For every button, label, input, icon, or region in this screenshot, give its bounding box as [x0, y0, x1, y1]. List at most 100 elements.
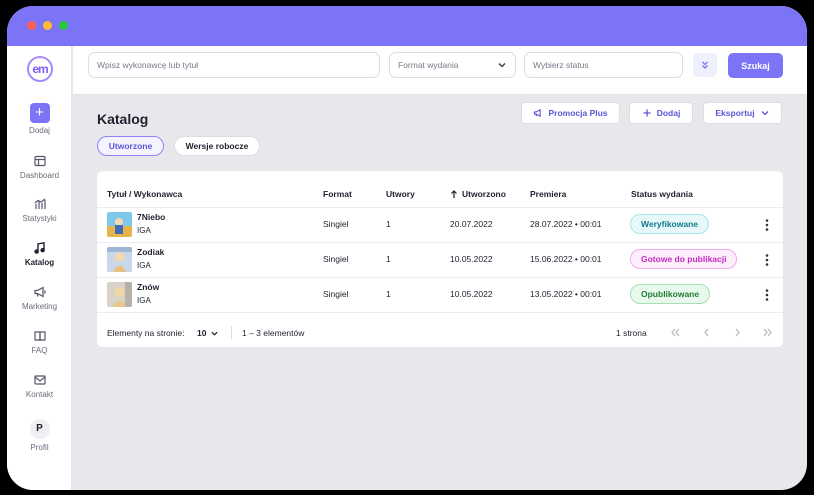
double-chevron-down-icon — [702, 61, 708, 69]
format-cell: Singiel — [323, 219, 349, 229]
tracks-cell: 1 — [386, 289, 391, 299]
megaphone-icon — [33, 286, 46, 298]
book-icon — [33, 331, 46, 342]
sidebar-item-katalog[interactable]: Katalog — [7, 241, 72, 267]
album-cover-image — [107, 247, 132, 272]
release-title[interactable]: Znów — [137, 282, 159, 292]
album-cover-image — [107, 212, 132, 237]
chevron-down-icon — [211, 331, 219, 336]
more-options-icon[interactable] — [762, 218, 772, 232]
add-button[interactable]: Dodaj — [629, 102, 693, 124]
status-select-placeholder: Wybierz status — [533, 60, 589, 70]
sidebar-item-label: Profil — [30, 443, 49, 452]
release-title[interactable]: Zodiak — [137, 247, 164, 257]
release-cell: 15.06.2022 • 00:01 — [530, 254, 602, 264]
title-cell: Zodiak IGA — [137, 247, 164, 270]
more-options-icon[interactable] — [762, 288, 772, 302]
logo-text: em — [32, 62, 48, 76]
sidebar-item-dodaj[interactable]: + Dodaj — [7, 103, 72, 135]
next-page-icon[interactable] — [732, 327, 743, 338]
column-header-format[interactable]: Format — [323, 189, 352, 199]
export-label: Eksportuj — [715, 108, 755, 118]
close-window-button[interactable] — [27, 21, 36, 30]
app-window: em + Dodaj Dashboard Statystyki Katalog … — [7, 6, 807, 490]
column-header-created[interactable]: Utworzono — [450, 189, 506, 199]
mail-icon — [33, 375, 46, 385]
sidebar-item-kontakt[interactable]: Kontakt — [7, 373, 72, 399]
sidebar-item-label: Kontakt — [25, 390, 54, 399]
catalog-table: Tytuł / Wykonawca Format Utwory Utworzon… — [97, 171, 783, 347]
release-cell: 13.05.2022 • 00:01 — [530, 289, 602, 299]
release-artist: IGA — [137, 226, 151, 235]
search-bar: Wpisz wykonawcę lub tytuł Format wydania… — [73, 46, 807, 95]
per-page-select[interactable]: 10 — [197, 328, 219, 338]
status-badge: Weryfikowane — [630, 214, 710, 234]
promo-plus-label: Promocja Plus — [548, 108, 608, 118]
maximize-window-button[interactable] — [59, 21, 68, 30]
stats-icon — [34, 198, 46, 209]
app-logo[interactable]: em — [27, 56, 53, 82]
search-input-placeholder: Wpisz wykonawcę lub tytuł — [97, 60, 199, 70]
status-select[interactable]: Wybierz status — [524, 52, 683, 78]
export-button[interactable]: Eksportuj — [703, 102, 782, 124]
tab-wersje-robocze[interactable]: Wersje robocze — [174, 136, 260, 156]
status-badge: Gotowe do publikacji — [630, 249, 738, 269]
sort-ascending-icon — [451, 189, 457, 198]
search-input[interactable]: Wpisz wykonawcę lub tytuł — [88, 52, 380, 78]
megaphone-icon — [534, 108, 542, 118]
sidebar-item-marketing[interactable]: Marketing — [7, 285, 72, 311]
sidebar-item-statystyki[interactable]: Statystyki — [7, 197, 72, 223]
footer-divider — [231, 326, 232, 339]
created-cell: 20.07.2022 — [450, 219, 493, 229]
promo-plus-button[interactable]: Promocja Plus — [521, 102, 620, 124]
format-select-placeholder: Format wydania — [398, 60, 459, 70]
per-page-label: Elementy na stronie: — [107, 328, 185, 338]
toggle-filters-button[interactable] — [693, 53, 717, 77]
column-header-label: Utworzono — [462, 189, 506, 199]
dashboard-icon — [33, 155, 46, 167]
chevron-down-icon — [761, 111, 769, 116]
tracks-cell: 1 — [386, 254, 391, 264]
sidebar: em + Dodaj Dashboard Statystyki Katalog … — [7, 46, 72, 490]
page-count-label: 1 strona — [616, 328, 647, 338]
title-cell: Znów IGA — [137, 282, 159, 305]
table-row[interactable]: Znów IGA Singiel 1 10.05.2022 13.05.2022… — [97, 277, 783, 312]
column-header-title[interactable]: Tytuł / Wykonawca — [107, 189, 182, 199]
plus-icon: + — [29, 103, 50, 123]
add-label: Dodaj — [656, 108, 681, 118]
sidebar-item-dashboard[interactable]: Dashboard — [7, 154, 72, 180]
first-page-icon[interactable] — [670, 327, 681, 338]
release-artist: IGA — [137, 261, 151, 270]
page-title: Katalog — [97, 111, 149, 127]
tab-utworzone[interactable]: Utworzone — [97, 136, 164, 156]
column-header-tracks[interactable]: Utwory — [386, 189, 415, 199]
minimize-window-button[interactable] — [43, 21, 52, 30]
profile-badge: P — [29, 419, 50, 439]
last-page-icon[interactable] — [762, 327, 773, 338]
tracks-cell: 1 — [386, 219, 391, 229]
sidebar-item-profil[interactable]: P Profil — [7, 419, 72, 452]
title-cell: 7Niebo IGA — [137, 212, 165, 235]
release-title[interactable]: 7Niebo — [137, 212, 165, 222]
search-button[interactable]: Szukaj — [728, 53, 783, 78]
column-header-status[interactable]: Status wydania — [631, 189, 693, 199]
table-row[interactable]: 7Niebo IGA Singiel 1 20.07.2022 28.07.20… — [97, 207, 783, 242]
plus-icon — [643, 109, 651, 117]
sidebar-item-faq[interactable]: FAQ — [7, 329, 72, 355]
previous-page-icon[interactable] — [701, 327, 712, 338]
created-cell: 10.05.2022 — [450, 254, 493, 264]
sidebar-item-label: Katalog — [24, 258, 55, 267]
music-note-icon — [33, 241, 45, 254]
format-cell: Singiel — [323, 289, 349, 299]
created-cell: 10.05.2022 — [450, 289, 493, 299]
release-artist: IGA — [137, 296, 151, 305]
format-cell: Singiel — [323, 254, 349, 264]
table-row[interactable]: Zodiak IGA Singiel 1 10.05.2022 15.06.20… — [97, 242, 783, 277]
sidebar-item-label: Dodaj — [29, 126, 50, 135]
more-options-icon[interactable] — [762, 253, 772, 267]
window-titlebar — [7, 6, 807, 46]
column-header-release[interactable]: Premiera — [530, 189, 566, 199]
chevron-down-icon — [498, 63, 506, 68]
album-cover-image — [107, 282, 132, 307]
format-select[interactable]: Format wydania — [389, 52, 516, 78]
